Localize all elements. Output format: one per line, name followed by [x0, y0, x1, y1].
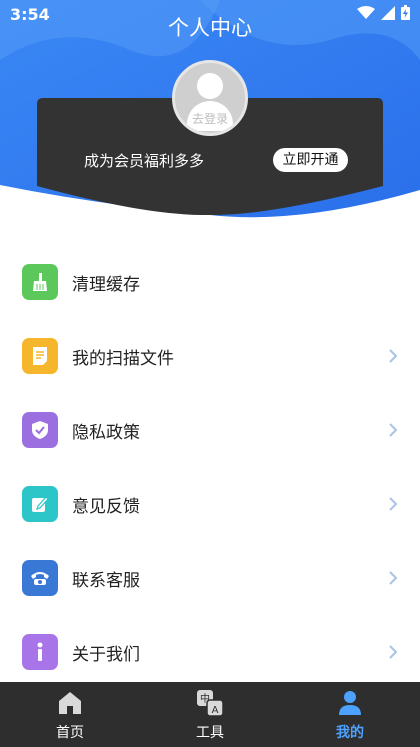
chevron-right-icon	[389, 423, 398, 437]
user-icon	[339, 691, 361, 715]
info-icon	[22, 634, 58, 670]
svg-text:A: A	[212, 705, 219, 716]
document-icon	[22, 338, 58, 374]
home-icon	[59, 692, 81, 714]
chevron-right-icon	[389, 349, 398, 363]
shield-icon	[22, 412, 58, 448]
chevron-right-icon	[389, 497, 398, 511]
menu-item-about-us[interactable]: 关于我们	[0, 615, 420, 689]
tab-tools[interactable]: 中 A 工具	[140, 682, 280, 747]
tab-home[interactable]: 首页	[0, 682, 140, 747]
menu-item-label: 隐私政策	[72, 423, 140, 443]
tab-mine[interactable]: 我的	[280, 682, 420, 747]
menu-item-customer-service[interactable]: 联系客服	[0, 541, 420, 615]
phone-icon	[22, 560, 58, 596]
tab-label: 首页	[56, 725, 84, 741]
svg-text:中: 中	[200, 692, 210, 705]
avatar-head	[197, 73, 223, 99]
tab-label: 工具	[196, 725, 224, 741]
tab-label: 我的	[336, 725, 364, 741]
chevron-right-icon	[389, 571, 398, 585]
page-title: 个人中心	[168, 16, 252, 40]
login-link[interactable]: 去登录	[172, 110, 248, 127]
edit-icon	[22, 486, 58, 522]
menu-item-clear-cache[interactable]: 清理缓存	[0, 245, 420, 319]
chevron-right-icon	[389, 645, 398, 659]
settings-menu: 清理缓存 我的扫描文件 隐私政策 意见反馈 联系客服 关于我们	[0, 245, 420, 689]
open-vip-button[interactable]: 立即开通	[273, 148, 348, 172]
menu-item-scan-files[interactable]: 我的扫描文件	[0, 319, 420, 393]
menu-item-label: 联系客服	[72, 571, 140, 591]
menu-item-label: 我的扫描文件	[72, 349, 174, 369]
broom-icon	[22, 264, 58, 300]
translate-icon: 中 A	[197, 690, 224, 717]
menu-item-feedback[interactable]: 意见反馈	[0, 467, 420, 541]
menu-item-privacy-policy[interactable]: 隐私政策	[0, 393, 420, 467]
menu-item-label: 清理缓存	[72, 275, 140, 295]
bottom-tab-bar: 首页 中 A 工具 我的	[0, 682, 420, 747]
menu-item-label: 意见反馈	[72, 497, 140, 517]
menu-item-label: 关于我们	[72, 645, 140, 665]
vip-promo-text: 成为会员福利多多	[84, 152, 205, 170]
